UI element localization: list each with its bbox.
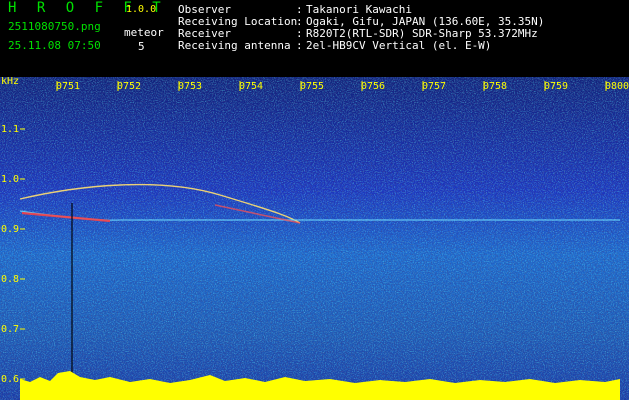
y-tick-label: 1.0	[1, 174, 19, 185]
time-tick-label: 0752	[117, 81, 141, 92]
antenna-value: 2el-HB9CV Vertical (el. E-W)	[306, 39, 492, 52]
meteor-count: 5	[138, 40, 145, 53]
time-tick-label: 0751	[56, 81, 80, 92]
time-tick-label: 0753	[178, 81, 202, 92]
filename-label: 2511080750.png	[8, 20, 101, 33]
antenna-label: Receiving antenna	[178, 39, 291, 52]
time-tick-label: 0755	[300, 81, 324, 92]
header-panel: H R O F F T 1.0.0 2511080750.png 25.11.0…	[0, 0, 629, 77]
time-tick-label: 0759	[544, 81, 568, 92]
time-tick-label: 0756	[361, 81, 385, 92]
time-tick-label: 0800	[605, 81, 629, 92]
time-tick-label: 0758	[483, 81, 507, 92]
spectrogram-dark-noise	[0, 77, 629, 400]
app-version: 1.0.0	[126, 4, 157, 15]
y-tick-label: 0.7	[1, 324, 19, 335]
time-tick-label: 0757	[422, 81, 446, 92]
spectrogram: kHz 1.1 1.0 0.9 0.8 0.7 0.6 0751 0752 0753 0754 07…	[0, 77, 629, 400]
time-tick-label: 0754	[239, 81, 263, 92]
timestamp-label: 25.11.08 07:50	[8, 39, 101, 52]
y-tick-label: 1.1	[1, 124, 19, 135]
y-tick-label: 0.9	[1, 224, 19, 235]
y-tick-label: 0.8	[1, 274, 19, 285]
y-axis-unit: kHz	[1, 77, 19, 87]
y-tick-label: 0.6	[1, 374, 19, 385]
antenna-colon: :	[296, 39, 303, 52]
meteor-label: meteor	[124, 26, 164, 39]
